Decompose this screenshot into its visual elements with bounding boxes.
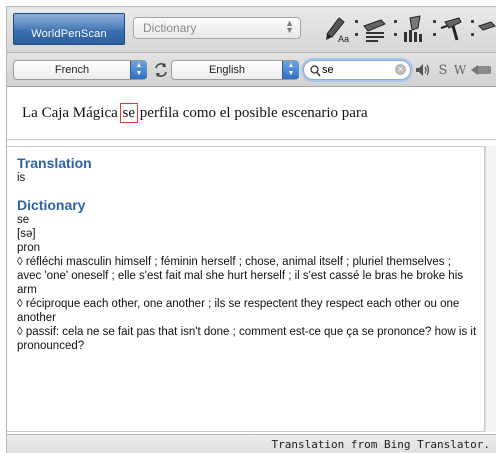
cursor-pen-icon[interactable] <box>439 13 467 45</box>
toolbar-separator <box>470 20 474 36</box>
app-window: WorldPenScan Dictionary ▲ ▼ Aa French ▲ … <box>6 6 496 453</box>
swap-languages-icon[interactable] <box>152 62 170 78</box>
result-scrollbar[interactable] <box>485 146 496 432</box>
updown-arrows-icon: ▲ ▼ <box>282 61 299 79</box>
source-language-select[interactable]: French ▲ ▼ <box>13 60 147 80</box>
status-bar: Translation from Bing Translator. <box>7 434 496 453</box>
main-toolbar: WorldPenScan Dictionary ▲ ▼ Aa <box>7 7 496 53</box>
dictionary-entry: ◊ réfléchi masculin himself ; féminin he… <box>17 256 464 296</box>
sentence-before: La Caja Mágica <box>22 105 122 121</box>
logo-text: WorldPenScan <box>31 28 107 40</box>
app-logo: WorldPenScan <box>13 13 125 45</box>
mode-select[interactable]: Dictionary ▲ ▼ <box>133 17 301 39</box>
skype-icon[interactable]: S <box>437 62 449 78</box>
font-size-pen-icon[interactable]: Aa <box>323 13 351 45</box>
translation-text: is <box>17 172 26 184</box>
highlighted-word[interactable]: se <box>119 103 138 123</box>
scan-pen-icon[interactable] <box>361 13 389 45</box>
dictionary-entry: ◊ réciproque each other, one another ; i… <box>17 298 460 324</box>
search-input[interactable] <box>322 63 388 77</box>
toolbar-separator <box>432 20 436 36</box>
mode-select-value: Dictionary <box>143 21 197 35</box>
attribution-text: Translation from Bing Translator. <box>271 438 490 451</box>
toolbar-separator <box>354 20 358 36</box>
scan-line-icon[interactable] <box>400 13 428 45</box>
dictionary-part-of-speech: pron <box>17 242 41 254</box>
language-bar: French ▲▼ English ▲▼ ✕ <box>7 53 496 87</box>
send-icon[interactable] <box>471 62 493 78</box>
sentence-after: perfila como el posible escenario para <box>136 105 368 121</box>
updown-arrows-icon: ▲ ▼ <box>130 61 147 79</box>
target-language-value: English <box>208 64 246 76</box>
translation-heading: Translation <box>17 155 92 171</box>
captured-sentence-panel: La Caja Mágica se perfila como el posibl… <box>7 87 496 140</box>
clear-search-icon[interactable]: ✕ <box>395 64 406 75</box>
dictionary-pronunciation: [sə] <box>17 228 36 240</box>
toolbar-separator <box>393 20 397 36</box>
dictionary-heading: Dictionary <box>17 197 86 213</box>
speaker-icon[interactable] <box>415 62 431 78</box>
captured-sentence: La Caja Mágica se perfila como el posibl… <box>22 103 368 123</box>
updown-arrows-icon: ▲ ▼ <box>285 18 294 35</box>
wikipedia-icon[interactable]: W <box>453 62 467 78</box>
source-language-value: French <box>54 64 90 76</box>
dictionary-entry: ◊ passif: cela ne se fait pas that isn't… <box>17 326 477 352</box>
target-language-select[interactable]: English ▲ ▼ <box>171 60 299 80</box>
search-box[interactable]: ✕ <box>303 60 411 80</box>
search-icon <box>310 64 321 82</box>
svg-text:Aa: Aa <box>338 34 349 44</box>
more-tools-icon[interactable] <box>475 13 496 45</box>
dictionary-word: se <box>17 214 30 226</box>
result-pane[interactable]: Translation is Dictionary se [sə] pron ◊… <box>7 146 485 432</box>
